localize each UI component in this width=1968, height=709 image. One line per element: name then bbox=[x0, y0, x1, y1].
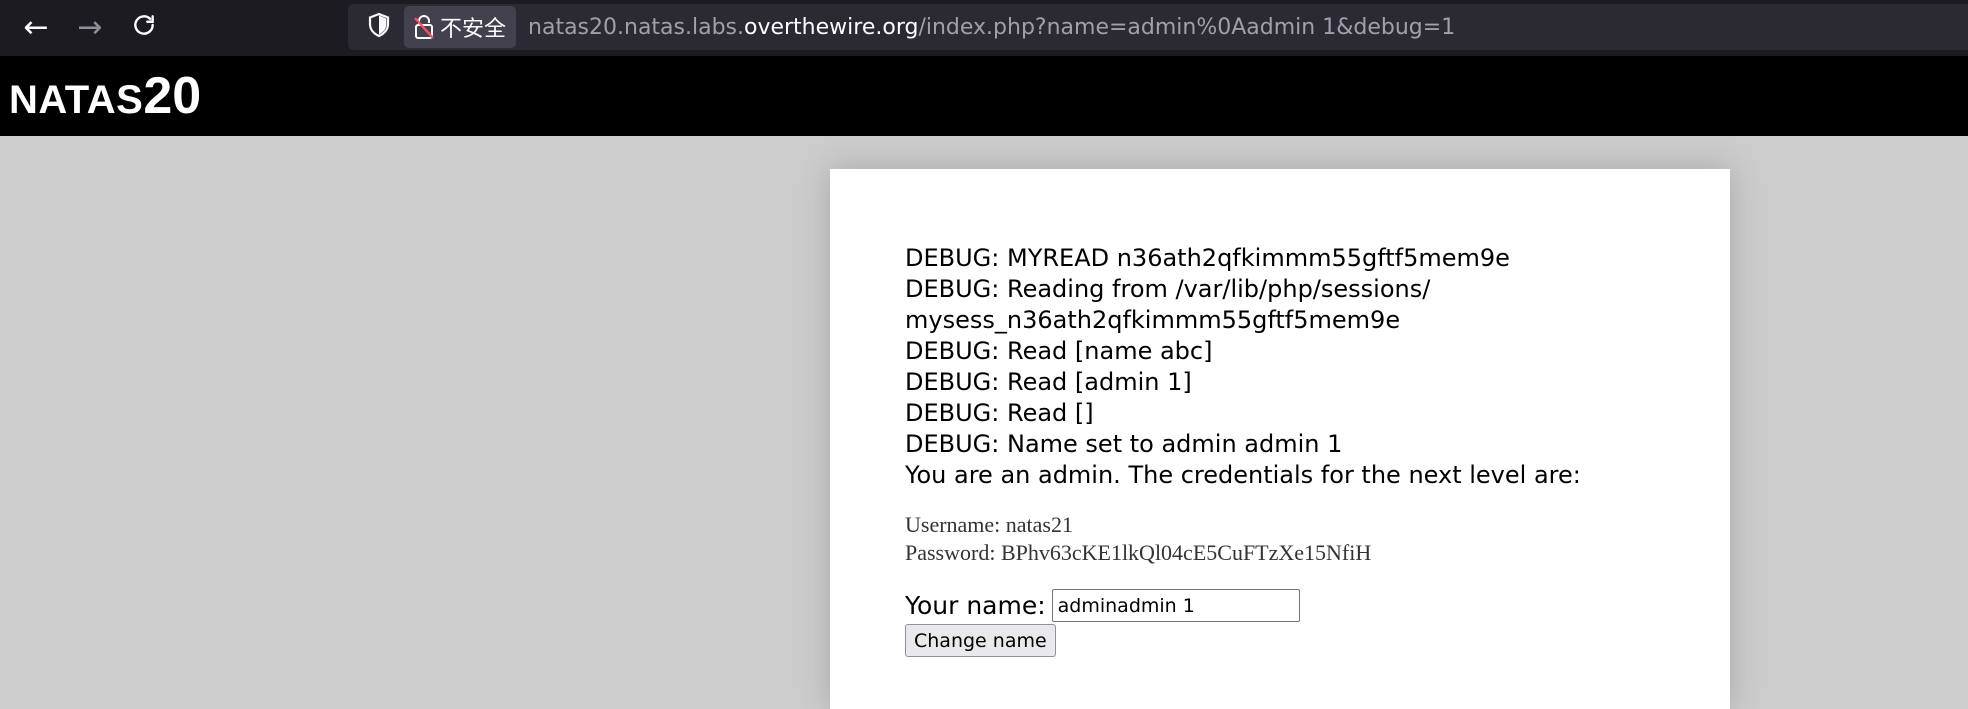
url-domain: overthewire.org bbox=[744, 14, 919, 40]
url-text[interactable]: natas20.natas.labs.overthewire.org/index… bbox=[528, 15, 1455, 40]
url-path: /index.php?name=admin%0Aadmin 1&debug=1 bbox=[918, 14, 1456, 40]
debug-line: mysess_n36ath2qfkimmm55gftf5mem9e bbox=[905, 306, 1401, 334]
admin-message: You are an admin. The credentials for th… bbox=[905, 461, 1581, 489]
address-bar[interactable]: 不安全 natas20.natas.labs.overthewire.org/i… bbox=[348, 4, 1968, 50]
debug-line: DEBUG: MYREAD n36ath2qfkimmm55gftf5mem9e bbox=[905, 244, 1510, 272]
site-security-indicator[interactable]: 不安全 bbox=[404, 6, 517, 48]
content-card: DEBUG: MYREAD n36ath2qfkimmm55gftf5mem9e… bbox=[830, 169, 1730, 709]
logo-word: NATAS bbox=[9, 78, 144, 122]
name-input[interactable] bbox=[1051, 589, 1300, 622]
name-form: Your name: bbox=[905, 589, 1685, 622]
change-name-button[interactable]: Change name bbox=[905, 624, 1056, 657]
debug-line: DEBUG: Read [admin 1] bbox=[905, 368, 1192, 396]
browser-toolbar: ← → 不安全 natas20.natas.labs.overthewire.o… bbox=[0, 0, 1968, 56]
forward-button[interactable]: → bbox=[65, 5, 115, 51]
arrow-left-icon: ← bbox=[23, 10, 49, 45]
arrow-right-icon: → bbox=[77, 10, 103, 45]
password-line: Password: BPhv63cKE1lkQl04cE5CuFTzXe15Nf… bbox=[905, 540, 1372, 565]
insecure-label: 不安全 bbox=[440, 17, 507, 42]
site-logo: NATAS20 bbox=[9, 70, 201, 122]
tracking-protection-button[interactable] bbox=[356, 4, 402, 50]
debug-line: DEBUG: Read [name abc] bbox=[905, 337, 1213, 365]
content-body: DEBUG: MYREAD n36ath2qfkimmm55gftf5mem9e… bbox=[905, 243, 1685, 657]
debug-line: DEBUG: Name set to admin admin 1 bbox=[905, 430, 1343, 458]
url-prefix: natas20.natas.labs. bbox=[528, 14, 744, 40]
username-line: Username: natas21 bbox=[905, 512, 1073, 537]
broken-lock-icon bbox=[414, 14, 434, 40]
page-header: NATAS20 bbox=[0, 56, 1968, 136]
debug-line: DEBUG: Read [] bbox=[905, 399, 1094, 427]
shield-icon bbox=[367, 12, 391, 42]
back-button[interactable]: ← bbox=[11, 5, 61, 51]
credentials-block: Username: natas21 Password: BPhv63cKE1lk… bbox=[905, 511, 1685, 567]
debug-line: DEBUG: Reading from /var/lib/php/session… bbox=[905, 275, 1431, 303]
reload-icon bbox=[131, 12, 157, 44]
logo-number: 20 bbox=[143, 67, 202, 125]
name-label: Your name: bbox=[905, 591, 1046, 620]
reload-button[interactable] bbox=[119, 5, 169, 51]
